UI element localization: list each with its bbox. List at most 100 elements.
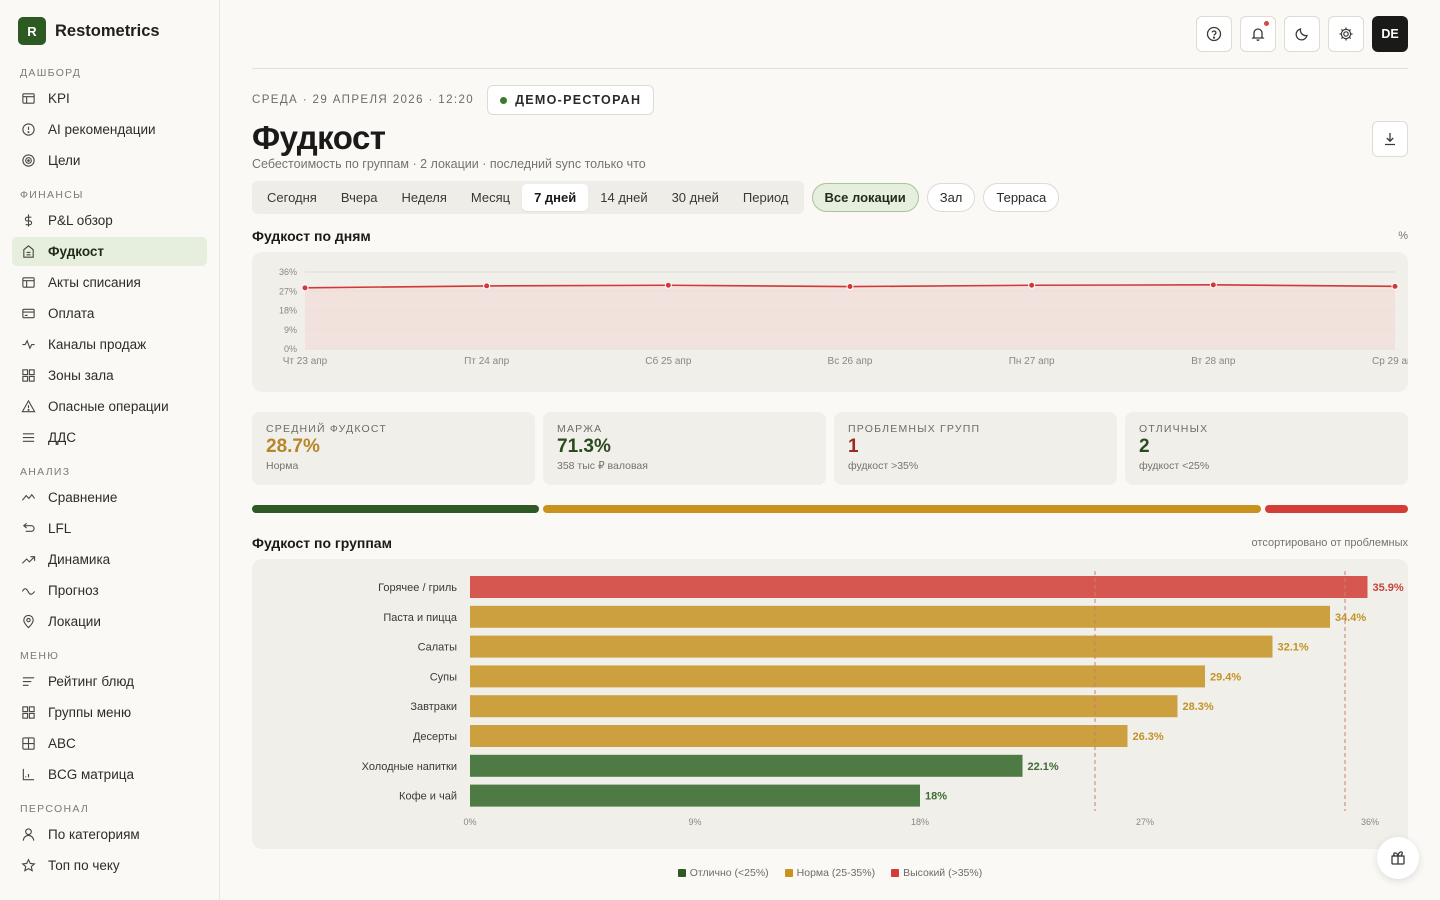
sidebar-item[interactable]: Зоны зала bbox=[12, 361, 207, 390]
download-icon bbox=[1385, 133, 1395, 146]
x-tick-label: 36% bbox=[1361, 817, 1379, 827]
table-icon bbox=[20, 91, 36, 107]
sidebar-item[interactable]: BCG матрица bbox=[12, 760, 207, 789]
notification-dot bbox=[1264, 21, 1269, 26]
sidebar-item[interactable]: Цели bbox=[12, 146, 207, 175]
sidebar-item[interactable]: Сравнение bbox=[12, 483, 207, 512]
bar[interactable] bbox=[470, 725, 1128, 747]
sidebar-item[interactable]: AI рекомендации bbox=[12, 115, 207, 144]
sidebar-item[interactable]: ABC bbox=[12, 729, 207, 758]
sidebar-item-label: Каналы продаж bbox=[48, 337, 147, 352]
bar[interactable] bbox=[470, 754, 1023, 777]
x-tick-label: Чт 23 апр bbox=[283, 356, 328, 367]
period-option[interactable]: Вчера bbox=[329, 184, 390, 211]
nav-section: ФИНАНСЫ P&L обзор Фудкост Акты списания Опла… bbox=[12, 189, 207, 452]
period-option[interactable]: 30 дней bbox=[660, 184, 731, 211]
location-option[interactable]: Все локации bbox=[811, 183, 919, 212]
sidebar-item[interactable]: Каналы продаж bbox=[12, 330, 207, 359]
period-option[interactable]: Месяц bbox=[459, 184, 522, 211]
location-option[interactable]: Терраса bbox=[983, 183, 1060, 212]
sidebar-item[interactable]: Топ по чеку bbox=[12, 851, 207, 880]
legend-label: Отлично (<25%) bbox=[689, 867, 769, 879]
grid-icon bbox=[21, 706, 35, 719]
sidebar-item[interactable]: Фудкост bbox=[12, 237, 207, 266]
sidebar-item-label: LFL bbox=[48, 521, 72, 536]
x-tick-label: 27% bbox=[1136, 817, 1154, 827]
daily-chart-panel: 0% 9% 18% 27% 36% Чт 23 апр Пт 24 апр Сб 25 апр… bbox=[252, 252, 1418, 392]
data-point[interactable] bbox=[301, 284, 309, 292]
y-tick-label: 27% bbox=[279, 286, 297, 296]
sidebar-item[interactable]: Группы меню bbox=[12, 698, 207, 727]
value-label: 32.1% bbox=[1278, 642, 1309, 654]
data-point[interactable] bbox=[846, 283, 854, 291]
sidebar-item[interactable]: LFL bbox=[12, 514, 207, 543]
download-button[interactable] bbox=[1372, 121, 1408, 157]
alert-circle-icon bbox=[20, 122, 36, 138]
distribution-segment bbox=[252, 505, 539, 513]
data-point[interactable] bbox=[1209, 281, 1217, 289]
period-option[interactable]: Период bbox=[731, 184, 801, 211]
kpi-value: 71.3% bbox=[557, 436, 611, 457]
value-label: 34.4% bbox=[1335, 612, 1366, 624]
location-option[interactable]: Зал bbox=[926, 183, 976, 212]
sidebar-item-label: BCG матрица bbox=[48, 767, 134, 782]
meta-row: СРЕДА · 29 АПРЕЛЯ 2026 · 12:20 ДЕМО-РЕСТ… bbox=[252, 85, 1408, 115]
data-point[interactable] bbox=[1028, 281, 1036, 289]
sidebar-item[interactable]: Локации bbox=[12, 607, 207, 636]
bar[interactable] bbox=[470, 784, 920, 807]
gift-button[interactable] bbox=[1377, 837, 1419, 879]
x-tick-label: Вт 28 апр bbox=[1191, 356, 1236, 367]
data-point[interactable] bbox=[664, 281, 672, 289]
sidebar-item[interactable]: Акты списания bbox=[12, 268, 207, 297]
category-label: Холодные напитки bbox=[362, 761, 457, 773]
y-tick-label: 36% bbox=[279, 267, 297, 277]
bar[interactable] bbox=[470, 605, 1330, 628]
sidebar-item[interactable]: KPI bbox=[12, 84, 207, 113]
user-avatar[interactable]: DE bbox=[1372, 16, 1408, 52]
distribution-segment bbox=[1264, 505, 1408, 513]
help-button[interactable] bbox=[1196, 16, 1232, 52]
sidebar-item[interactable]: Опасные операции bbox=[12, 392, 207, 421]
sidebar-item[interactable]: P&L обзор bbox=[12, 206, 207, 235]
period-option[interactable]: 7 дней bbox=[522, 184, 589, 211]
category-label: Супы bbox=[430, 671, 457, 683]
value-label: 22.1% bbox=[1028, 761, 1059, 773]
sidebar-item[interactable]: Рейтинг блюд bbox=[12, 667, 207, 696]
sidebar-item-label: Рейтинг блюд bbox=[48, 674, 135, 689]
sidebar-item[interactable]: Оплата bbox=[12, 299, 207, 328]
moon-icon bbox=[1295, 28, 1308, 41]
bell-icon bbox=[1251, 28, 1265, 41]
settings-button[interactable] bbox=[1328, 16, 1364, 52]
bar[interactable] bbox=[470, 695, 1178, 718]
data-point[interactable] bbox=[483, 282, 491, 290]
bar[interactable] bbox=[470, 576, 1368, 598]
sidebar-item-label: Акты списания bbox=[48, 275, 141, 290]
period-option[interactable]: Сегодня bbox=[255, 184, 329, 211]
sidebar-item[interactable]: Динамика bbox=[12, 545, 207, 574]
restaurant-badge[interactable]: ДЕМО-РЕСТОРАН bbox=[487, 85, 655, 115]
nav-section: МЕНЮ Рейтинг блюд Группы меню ABC BCG матриц… bbox=[12, 650, 207, 789]
sidebar-item-label: ДДС bbox=[48, 430, 77, 445]
user-icon bbox=[20, 827, 36, 843]
groups-foodcost-chart: Горячее / гриль 35.9% Паста и пицца 34.4% Са… bbox=[362, 571, 1404, 827]
grid-icon bbox=[20, 705, 36, 721]
sidebar-item[interactable]: ДДС bbox=[12, 423, 207, 452]
brand[interactable]: R Restometrics bbox=[12, 17, 207, 45]
sidebar-item[interactable]: Прогноз bbox=[12, 576, 207, 605]
filters-row: Сегодня Вчера Неделя Месяц 7 дней 14 дней 30 д… bbox=[252, 181, 1408, 214]
notifications-button[interactable] bbox=[1240, 16, 1276, 52]
sidebar-item[interactable]: По категориям bbox=[12, 820, 207, 849]
nav-section-heading: ФИНАНСЫ bbox=[20, 189, 84, 201]
map-pin-icon bbox=[20, 614, 36, 630]
wave-icon bbox=[21, 588, 35, 595]
axis-icon bbox=[20, 767, 36, 783]
period-option[interactable]: 14 дней bbox=[588, 184, 659, 211]
sidebar-item-label: AI рекомендации bbox=[48, 122, 156, 137]
bar[interactable] bbox=[470, 635, 1273, 658]
map-pin-icon bbox=[22, 614, 34, 629]
dollar-icon bbox=[20, 213, 36, 229]
compare-icon bbox=[21, 493, 35, 501]
data-point[interactable] bbox=[1391, 282, 1399, 290]
theme-toggle-button[interactable] bbox=[1284, 16, 1320, 52]
period-option[interactable]: Неделя bbox=[390, 184, 459, 211]
